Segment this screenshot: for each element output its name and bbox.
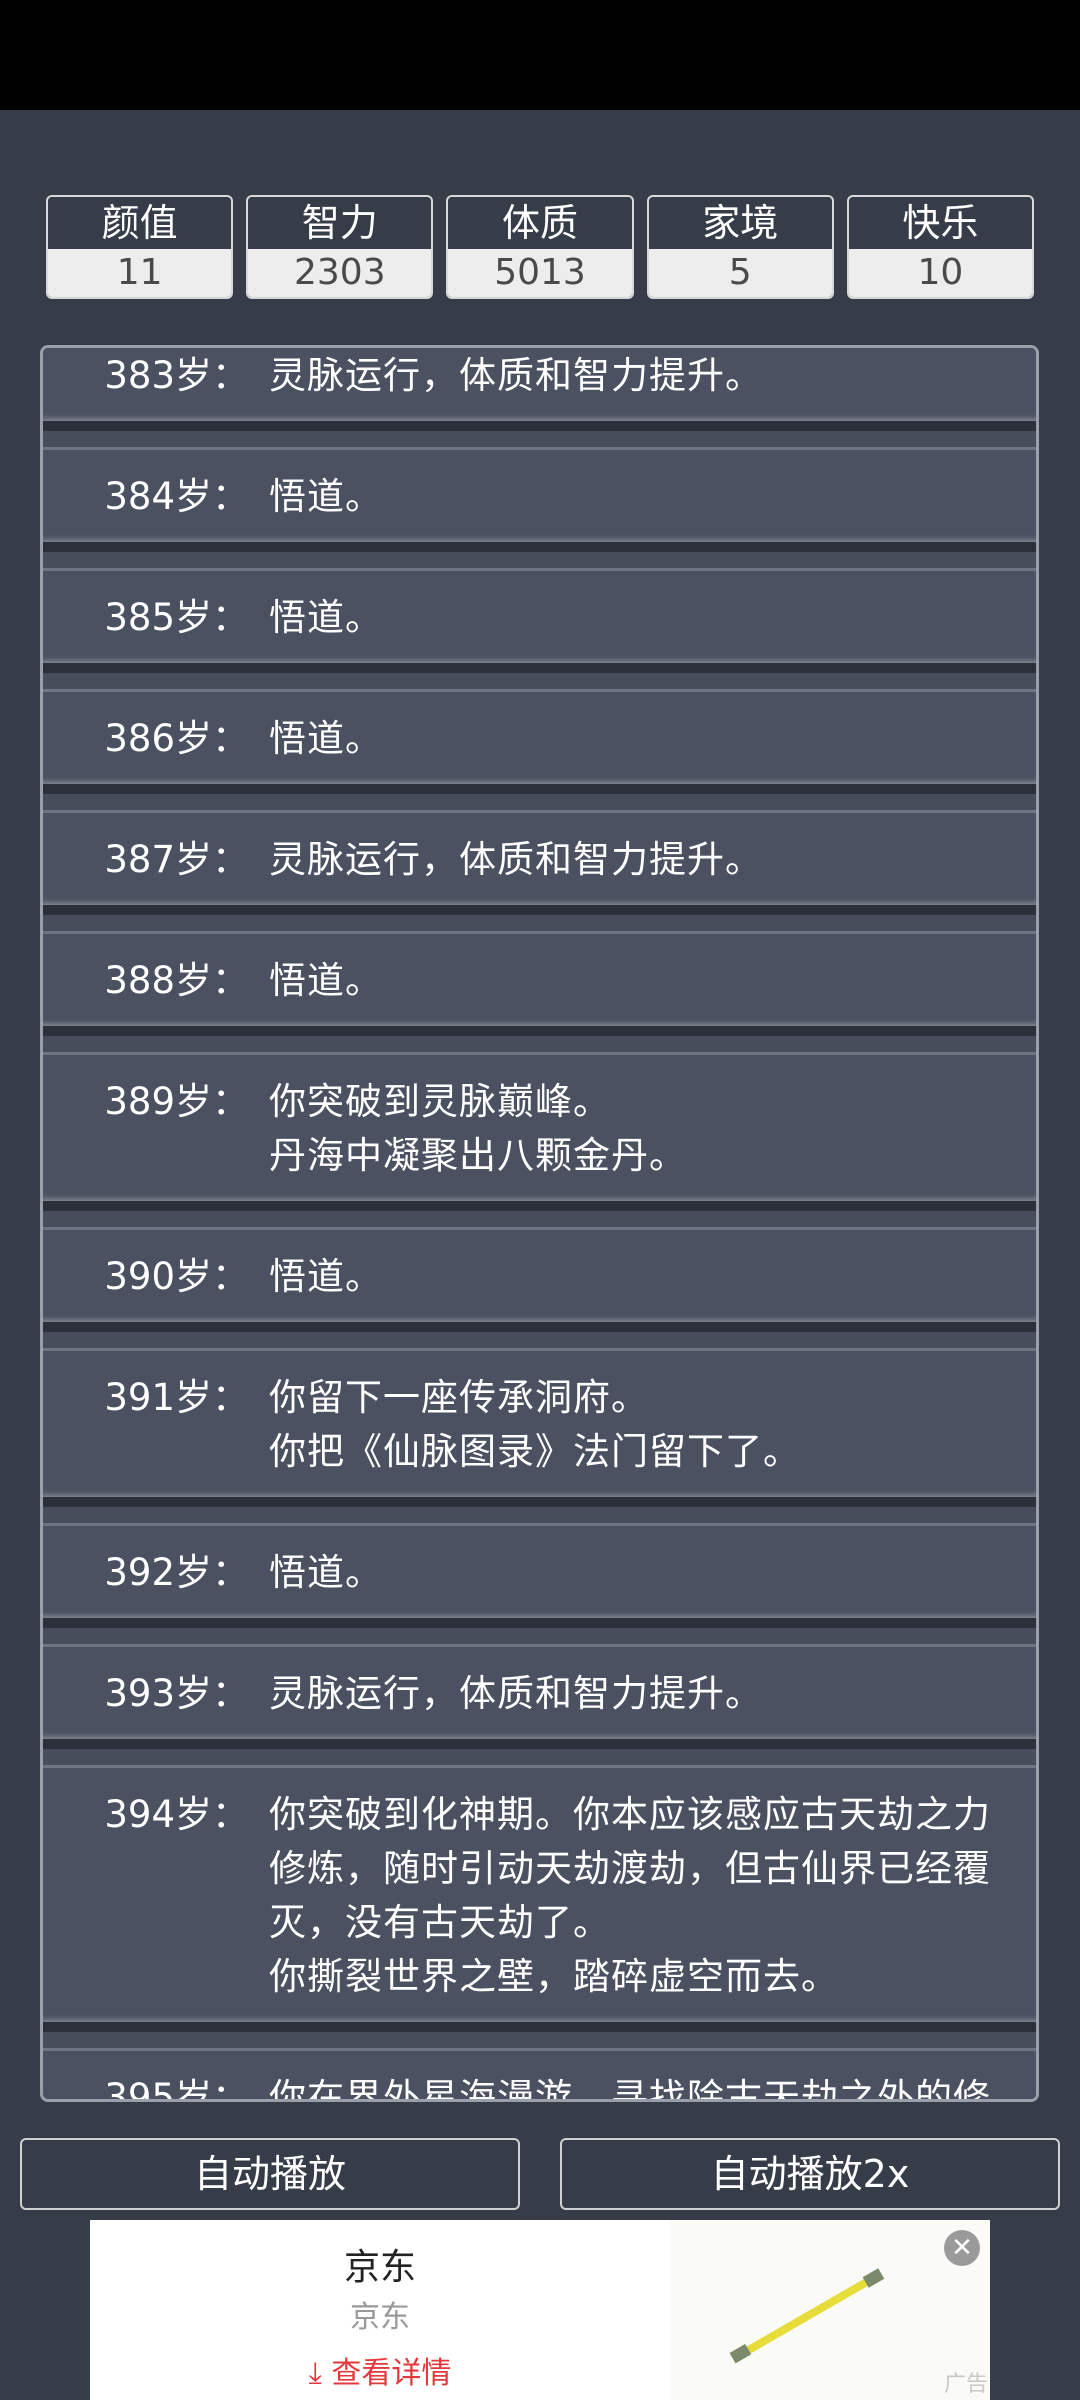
ad-banner[interactable]: 京东 京东 ⤓ 查看详情 ✕ 广告	[90, 2220, 990, 2400]
log-entry: 394岁： 你突破到化神期。你本应该感应古天劫之力修炼，随时引动天劫渡劫，但古仙界…	[43, 1765, 1036, 2032]
log-line: 灵脉运行，体质和智力提升。	[269, 1672, 763, 1715]
life-log[interactable]: 383岁： 灵脉运行，体质和智力提升。 384岁： 悟道。 385岁： 悟道。 386岁： 悟…	[40, 345, 1039, 2102]
log-line: 悟道。	[269, 1551, 383, 1594]
stat-value: 10	[848, 249, 1033, 297]
stat-label: 颜值	[101, 201, 178, 245]
log-age: 391岁：	[104, 1376, 249, 1419]
log-age: 385岁：	[104, 596, 249, 639]
log-entry: 391岁： 你留下一座传承洞府。 你把《仙脉图录》法门留下了。	[43, 1348, 1036, 1507]
ad-link-label: 查看详情	[331, 2356, 452, 2391]
auto-play-button[interactable]: 自动播放	[20, 2138, 520, 2210]
log-line: 你在界外星海漫游，寻找除古天劫之外的修炼方法。	[269, 2076, 991, 2102]
stat-value: 5013	[448, 249, 632, 297]
log-line: 你突破到灵脉巅峰。	[269, 1080, 611, 1123]
stat-box: 智力 2303	[246, 195, 434, 299]
stat-label: 体质	[502, 201, 579, 245]
stat-label: 快乐	[902, 201, 979, 245]
log-line: 灵脉运行，体质和智力提升。	[269, 354, 763, 397]
stat-value: 5	[648, 249, 832, 297]
log-line: 悟道。	[269, 959, 383, 1002]
log-entry: 386岁： 悟道。	[43, 689, 1036, 794]
ad-product-image[interactable]	[670, 2220, 990, 2400]
log-text: 悟道。	[249, 1250, 413, 1304]
log-entry: 390岁： 悟道。	[43, 1227, 1036, 1332]
status-bar	[0, 0, 1080, 110]
stat-value: 11	[48, 249, 232, 297]
log-age: 390岁：	[104, 1255, 249, 1298]
log-line: 你突破到化神期。你本应该感应古天劫之力修炼，随时引动天劫渡劫，但古仙界已经覆灭，…	[269, 1793, 991, 1944]
auto-play-2x-button[interactable]: 自动播放2x	[560, 2138, 1060, 2210]
log-age: 388岁：	[104, 959, 249, 1002]
stat-box: 家境 5	[646, 195, 834, 299]
log-line: 你留下一座传承洞府。	[269, 1376, 649, 1419]
log-line: 悟道。	[269, 717, 383, 760]
stat-value: 2303	[248, 249, 432, 297]
log-line: 悟道。	[269, 475, 383, 518]
log-text: 悟道。	[249, 591, 413, 645]
log-line: 你撕裂世界之壁，踏碎虚空而去。	[269, 1955, 839, 1998]
log-age: 393岁：	[104, 1672, 249, 1715]
log-age: 383岁：	[104, 354, 249, 397]
log-text: 悟道。	[249, 470, 413, 524]
log-text: 你突破到化神期。你本应该感应古天劫之力修炼，随时引动天劫渡劫，但古仙界已经覆灭，…	[249, 1788, 1036, 2004]
download-arrow-icon: ⤓	[308, 2356, 322, 2391]
log-entry: 389岁： 你突破到灵脉巅峰。 丹海中凝聚出八颗金丹。	[43, 1052, 1036, 1211]
stat-label: 家境	[702, 201, 779, 245]
log-entry: 388岁： 悟道。	[43, 931, 1036, 1036]
stat-box: 颜值 11	[46, 195, 234, 299]
log-age: 395岁：	[104, 2076, 249, 2102]
log-entry: 383岁： 灵脉运行，体质和智力提升。	[43, 348, 1036, 431]
log-text: 灵脉运行，体质和智力提升。	[249, 833, 793, 887]
log-line: 丹海中凝聚出八颗金丹。	[269, 1134, 687, 1177]
cable-image	[729, 2268, 885, 2364]
log-entry: 387岁： 灵脉运行，体质和智力提升。	[43, 810, 1036, 915]
log-text: 悟道。	[249, 1546, 413, 1600]
stat-box: 体质 5013	[446, 195, 634, 299]
log-text: 灵脉运行，体质和智力提升。	[249, 1667, 793, 1721]
ad-subtitle: 京东	[350, 2300, 410, 2335]
log-text: 你留下一座传承洞府。你把《仙脉图录》法门留下了。	[249, 1371, 831, 1479]
log-age: 394岁：	[104, 1793, 249, 1836]
log-age: 392岁：	[104, 1551, 249, 1594]
log-age: 386岁：	[104, 717, 249, 760]
log-entry: 392岁： 悟道。	[43, 1523, 1036, 1628]
log-text: 你在界外星海漫游，寻找除古天劫之外的修炼方法。	[249, 2071, 1036, 2102]
stat-box: 快乐 10	[846, 195, 1035, 299]
stat-label: 智力	[301, 201, 378, 245]
log-text: 你突破到灵脉巅峰。丹海中凝聚出八颗金丹。	[249, 1075, 717, 1183]
log-text: 悟道。	[249, 954, 413, 1008]
close-icon[interactable]: ✕	[944, 2230, 980, 2266]
ad-detail-link[interactable]: ⤓ 查看详情	[90, 2348, 670, 2392]
ad-tag: 广告	[943, 2372, 988, 2397]
stats-bar: 颜值 11 智力 2303 体质 5013 家境 5 快乐 10	[46, 195, 1035, 299]
log-line: 你把《仙脉图录》法门留下了。	[269, 1430, 801, 1473]
ad-title: 京东	[343, 2247, 416, 2288]
log-line: 悟道。	[269, 1255, 383, 1298]
log-entry: 384岁： 悟道。	[43, 447, 1036, 552]
log-age: 387岁：	[104, 838, 249, 881]
log-text: 灵脉运行，体质和智力提升。	[249, 349, 793, 403]
log-age: 389岁：	[104, 1080, 249, 1123]
log-entry: 385岁： 悟道。	[43, 568, 1036, 673]
log-entry: 393岁： 灵脉运行，体质和智力提升。	[43, 1644, 1036, 1749]
log-text: 悟道。	[249, 712, 413, 766]
log-age: 384岁：	[104, 475, 249, 518]
log-entry: 395岁： 你在界外星海漫游，寻找除古天劫之外的修炼方法。	[43, 2048, 1036, 2102]
log-line: 悟道。	[269, 596, 383, 639]
log-line: 灵脉运行，体质和智力提升。	[269, 838, 763, 881]
